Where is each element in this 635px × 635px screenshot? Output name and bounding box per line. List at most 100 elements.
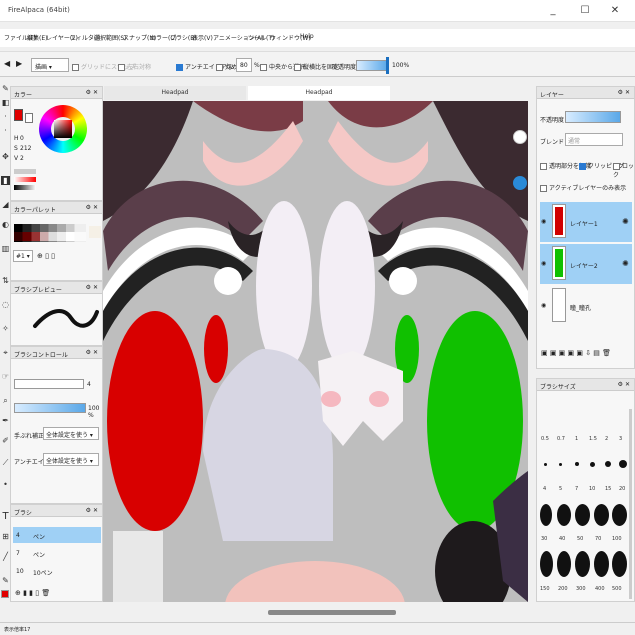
active-only-checkbox[interactable]: アクティブレイヤーのみ表示	[540, 183, 626, 192]
avatar-icon[interactable]	[513, 130, 527, 144]
correction-select[interactable]: 全体設定を使う ▾	[43, 427, 99, 440]
size-label[interactable]: 3	[619, 436, 622, 442]
layer-settings-icon[interactable]: ✺	[622, 217, 629, 226]
size-label[interactable]: 20	[619, 486, 625, 492]
new-palette-icon[interactable]: ⊕ ▯ ▯	[37, 252, 55, 260]
panel-menu-icon[interactable]: ⚙ ✕	[86, 507, 98, 514]
brush-size-dot[interactable]	[612, 504, 627, 526]
share-icon[interactable]	[513, 176, 527, 190]
palette-swatches-warm[interactable]	[14, 232, 86, 241]
brush-size-dot[interactable]	[544, 463, 547, 466]
brush-size-dot[interactable]	[590, 462, 595, 467]
magic-wand-icon[interactable]: ✧	[1, 324, 10, 333]
panel-menu-icon[interactable]: ⚙ ✕	[86, 89, 98, 96]
brush-size-dot[interactable]	[619, 460, 627, 468]
size-label[interactable]: 10	[589, 486, 595, 492]
visibility-icon[interactable]: ◉	[541, 260, 546, 267]
dot-icon-2[interactable]: ·	[1, 126, 10, 135]
select-rect-icon[interactable]: ▮	[1, 176, 10, 185]
brush-size-dot[interactable]	[575, 504, 590, 526]
lock-checkbox[interactable]: ロック	[613, 161, 634, 179]
brush-item-pen-7[interactable]: 7 ペン	[13, 545, 101, 561]
opacity-slider-handle[interactable]	[386, 57, 389, 74]
layer-row-1[interactable]: ◉ レイヤー1 ✺	[540, 202, 632, 242]
tab-headpad-2[interactable]: Headpad	[248, 86, 390, 100]
panel-menu-icon[interactable]: ⚙ ✕	[618, 89, 630, 96]
pipette-icon[interactable]: ⌖	[1, 348, 10, 357]
size-label[interactable]: 4	[543, 486, 546, 492]
brush-size-dot[interactable]	[540, 551, 553, 577]
pen-icon-2[interactable]: ✒	[1, 416, 10, 425]
color-wheel[interactable]	[39, 105, 87, 153]
brush-size-dot[interactable]	[559, 463, 562, 466]
brush-opacity-slider[interactable]	[14, 403, 86, 413]
size-label[interactable]: 400	[595, 586, 605, 592]
hue-bar[interactable]	[14, 169, 36, 174]
saturation-bar[interactable]	[14, 177, 36, 182]
radius-input[interactable]: 80	[236, 58, 252, 72]
size-label[interactable]: 500	[612, 586, 622, 592]
move-icon[interactable]: ✥	[1, 152, 10, 161]
size-label[interactable]: 40	[559, 536, 565, 542]
layer-opacity-slider[interactable]	[565, 111, 621, 123]
brush-small-icon[interactable]: ✎	[1, 576, 10, 585]
transform-icon[interactable]: ◢	[1, 200, 10, 209]
brush-size-dot[interactable]	[594, 551, 609, 577]
panel-menu-icon[interactable]: ⚙ ✕	[86, 204, 98, 211]
tab-headpad-1[interactable]: Headpad	[104, 86, 246, 100]
panel-menu-icon[interactable]: ⚙ ✕	[86, 349, 98, 356]
brush-icon[interactable]: ✐	[1, 436, 10, 445]
size-label[interactable]: 100	[612, 536, 622, 542]
size-label[interactable]: 300	[576, 586, 586, 592]
text-icon[interactable]: T	[1, 512, 10, 522]
symmetry-checkbox[interactable]: 左右対称	[118, 62, 151, 71]
background-color[interactable]	[25, 113, 33, 123]
brush-list-actions-icon[interactable]: ⊕ ▮ ▮ ▯ 🗑	[15, 589, 50, 597]
size-label[interactable]: 0.7	[557, 436, 565, 442]
pen-icon[interactable]: ✎	[1, 84, 10, 93]
eraser-icon[interactable]: ◧	[1, 98, 10, 107]
size-label[interactable]: 7	[575, 486, 578, 492]
brush-size-dot[interactable]	[612, 551, 627, 577]
prev-arrow-icon[interactable]: ◀	[4, 59, 10, 68]
panel-menu-icon[interactable]: ⚙ ✕	[618, 381, 630, 388]
dot-icon[interactable]: ·	[1, 112, 10, 121]
size-label[interactable]: 5	[559, 486, 562, 492]
lasso-icon[interactable]: ◌	[1, 300, 10, 309]
aa-select[interactable]: 全体設定を使う ▾	[43, 453, 99, 466]
dot-tool-icon[interactable]: •	[1, 480, 10, 489]
brush-item-pen[interactable]: 4 ペン	[13, 527, 101, 543]
brush-size-dot[interactable]	[557, 551, 571, 577]
foreground-color[interactable]	[14, 109, 23, 121]
swap-icon[interactable]: ⇅	[1, 276, 10, 285]
frame-icon[interactable]: ⊞	[1, 532, 10, 541]
mode-select[interactable]: 描画 ▾	[31, 58, 69, 72]
menu-help[interactable]: Help	[300, 33, 314, 40]
fill-icon[interactable]: ◐	[1, 220, 10, 229]
size-label[interactable]: 1	[575, 436, 578, 442]
size-label[interactable]: 2	[605, 436, 608, 442]
menu-edit[interactable]: 編集(E)	[27, 33, 47, 42]
size-label[interactable]: 70	[595, 536, 601, 542]
size-label[interactable]: 1.5	[589, 436, 597, 442]
size-label[interactable]: 50	[577, 536, 583, 542]
menu-view[interactable]: 表示(V)	[192, 33, 213, 42]
brush-size-scrollbar[interactable]	[629, 409, 632, 599]
minimize-button[interactable]: _	[546, 4, 560, 18]
size-label[interactable]: 200	[558, 586, 568, 592]
visibility-icon[interactable]: ◉	[541, 302, 546, 309]
layer-row-2[interactable]: ◉ レイヤー2 ✺	[540, 244, 632, 284]
line-icon[interactable]: ╱	[1, 552, 10, 561]
size-label[interactable]: 30	[541, 536, 547, 542]
size-label[interactable]: 15	[605, 486, 611, 492]
layer-row-3[interactable]: ◉ 瞳_瞳孔	[540, 286, 632, 326]
brush-size-dot[interactable]	[605, 461, 611, 467]
visibility-icon[interactable]: ◉	[541, 218, 546, 225]
panel-menu-icon[interactable]: ⚙ ✕	[86, 284, 98, 291]
close-button[interactable]: ✕	[608, 4, 622, 18]
brush-item-pen-10[interactable]: 10 10ペン	[13, 563, 101, 579]
gradient-icon[interactable]: ▥	[1, 244, 10, 253]
size-label[interactable]: 0.5	[541, 436, 549, 442]
zoom-icon[interactable]: ⌕	[1, 396, 10, 405]
blend-select[interactable]: 通常	[565, 133, 623, 146]
